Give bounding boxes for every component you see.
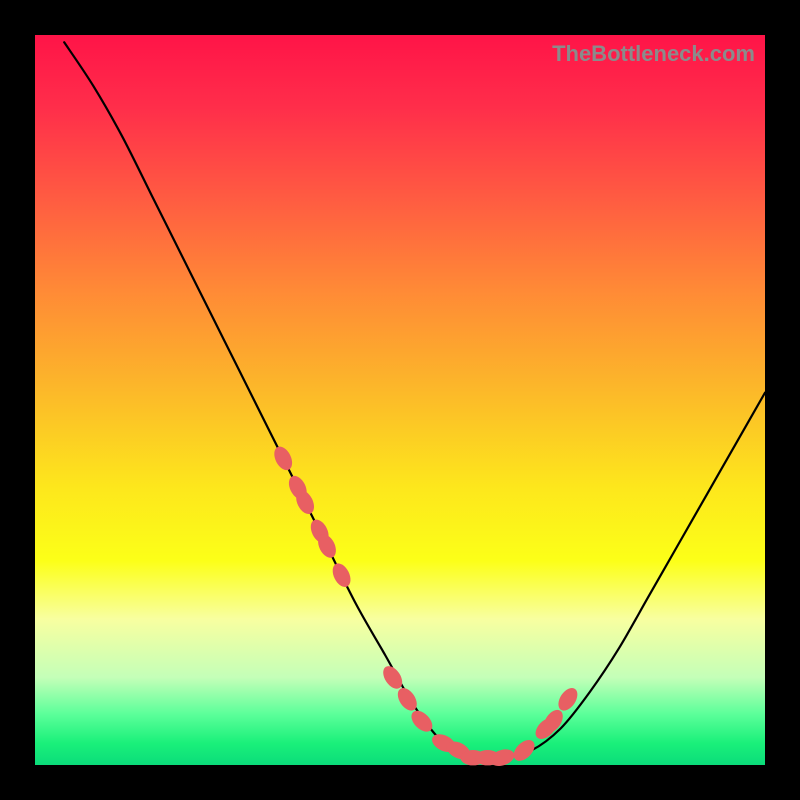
chart-svg — [35, 35, 765, 765]
bottleneck-curve — [64, 42, 765, 759]
plot-area: TheBottleneck.com — [35, 35, 765, 765]
chart-container: TheBottleneck.com — [0, 0, 800, 800]
highlight-dots — [271, 444, 582, 769]
